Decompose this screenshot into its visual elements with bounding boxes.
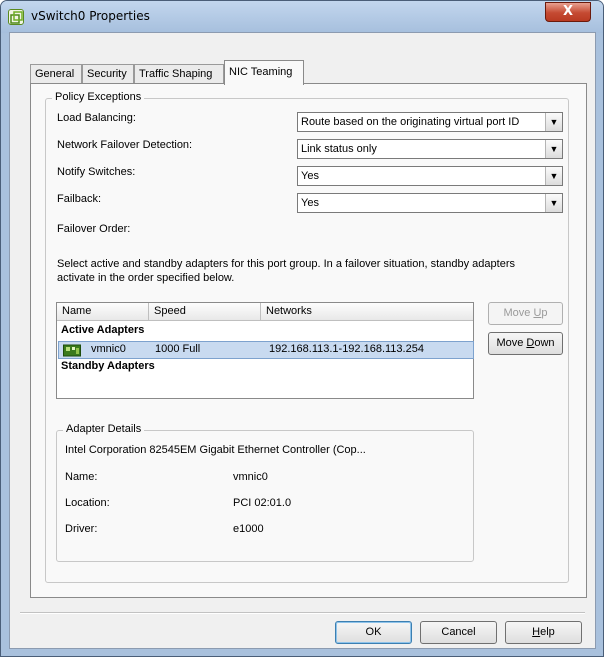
tab-general[interactable]: General: [30, 64, 82, 84]
detail-name-label: Name:: [65, 471, 98, 483]
notify-switches-label: Notify Switches:: [57, 166, 136, 178]
column-header-speed[interactable]: Speed: [149, 303, 261, 321]
tab-nic-teaming[interactable]: NIC Teaming: [224, 60, 304, 85]
failover-detection-label: Network Failover Detection:: [57, 139, 193, 151]
window-title: vSwitch0 Properties: [31, 9, 150, 23]
policy-exceptions-title: Policy Exceptions: [52, 91, 145, 103]
close-icon: X: [562, 4, 574, 19]
dialog-window: vSwitch0 Properties X General Security T…: [0, 0, 604, 657]
move-up-label: Move: [503, 307, 534, 319]
notify-switches-select[interactable]: Yes ▼: [297, 166, 563, 186]
chevron-down-icon[interactable]: ▼: [545, 194, 562, 212]
load-balancing-select[interactable]: Route based on the originating virtual p…: [297, 112, 563, 132]
adapter-speed: 1000 Full: [155, 343, 201, 355]
move-up-label-end: p: [541, 307, 548, 319]
help-button[interactable]: Help: [505, 621, 582, 644]
failover-order-label: Failover Order:: [57, 223, 131, 235]
detail-location-label: Location:: [65, 497, 110, 509]
load-balancing-value: Route based on the originating virtual p…: [301, 116, 520, 128]
failover-detection-value: Link status only: [301, 143, 377, 155]
failover-detection-select[interactable]: Link status only ▼: [297, 139, 563, 159]
adapter-list[interactable]: Name Speed Networks Active Adapters vmni…: [56, 302, 474, 399]
detail-driver-label: Driver:: [65, 523, 98, 535]
vsphere-icon: [8, 9, 24, 25]
column-header-name[interactable]: Name: [57, 303, 149, 321]
active-adapters-header: Active Adapters: [61, 324, 145, 336]
chevron-down-icon[interactable]: ▼: [545, 167, 562, 185]
help-label-end: elp: [540, 626, 555, 638]
adapter-details-title: Adapter Details: [63, 423, 145, 435]
notify-switches-value: Yes: [301, 170, 319, 182]
nic-teaming-panel: Policy Exceptions Load Balancing: Route …: [30, 83, 587, 598]
detail-driver-value: e1000: [233, 523, 264, 535]
help-mnemonic: H: [532, 626, 541, 638]
move-up-button[interactable]: Move Up: [488, 302, 563, 325]
detail-location-value: PCI 02:01.0: [233, 497, 292, 509]
failover-description: Select active and standby adapters for t…: [57, 258, 515, 284]
dialog-client-area: General Security Traffic Shaping NIC Tea…: [9, 32, 596, 649]
tab-traffic-shaping[interactable]: Traffic Shaping: [134, 64, 224, 84]
title-bar[interactable]: vSwitch0 Properties X: [1, 1, 603, 33]
adapter-description: Intel Corporation 82545EM Gigabit Ethern…: [65, 444, 366, 456]
failback-label: Failback:: [57, 193, 102, 205]
chevron-down-icon[interactable]: ▼: [545, 140, 562, 158]
policy-exceptions-group: Policy Exceptions Load Balancing: Route …: [45, 91, 569, 583]
move-down-label: Move: [496, 337, 527, 349]
table-row[interactable]: vmnic0 1000 Full 192.168.113.1-192.168.1…: [58, 341, 474, 359]
detail-name-value: vmnic0: [233, 471, 268, 483]
tab-security[interactable]: Security: [82, 64, 134, 84]
load-balancing-label: Load Balancing:: [57, 112, 136, 124]
column-header-networks[interactable]: Networks: [261, 303, 473, 321]
adapter-details-group: Adapter Details Intel Corporation 82545E…: [56, 423, 474, 562]
cancel-button[interactable]: Cancel: [420, 621, 497, 644]
chevron-down-icon[interactable]: ▼: [545, 113, 562, 131]
close-button[interactable]: X: [545, 2, 591, 22]
failback-value: Yes: [301, 197, 319, 209]
nic-icon: [63, 344, 81, 360]
ok-button[interactable]: OK: [335, 621, 412, 644]
move-down-label-end: own: [534, 337, 555, 349]
footer-divider: [20, 612, 585, 614]
adapter-name: vmnic0: [91, 343, 126, 355]
adapter-networks: 192.168.113.1-192.168.113.254: [269, 343, 424, 355]
standby-adapters-header: Standby Adapters: [61, 360, 155, 372]
move-down-button[interactable]: Move Down: [488, 332, 563, 355]
failback-select[interactable]: Yes ▼: [297, 193, 563, 213]
